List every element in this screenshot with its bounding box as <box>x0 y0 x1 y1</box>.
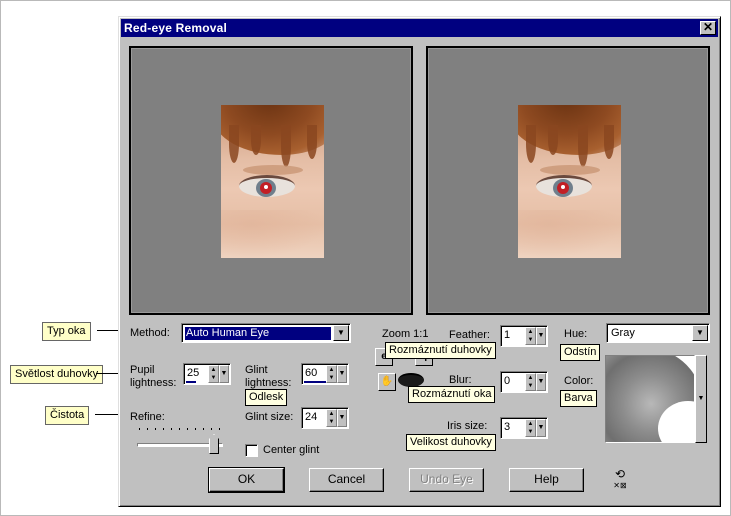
hair-strand <box>281 125 291 167</box>
after-preview-pane[interactable] <box>426 46 710 315</box>
tooltip-color: Barva <box>560 390 597 407</box>
undo-eye-button[interactable]: Undo Eye <box>409 468 484 492</box>
glint-spot <box>561 185 565 189</box>
tooltip-glint-size: Odlesk <box>245 389 288 406</box>
glint-size-spinner[interactable]: 24 ▲ ▼ ▼ <box>301 407 349 429</box>
tooltip-iris-size: Velikost duhovky <box>406 434 496 451</box>
eyebrow-shape <box>540 165 600 175</box>
glint-spot <box>264 185 268 189</box>
spin-dropdown-icon[interactable]: ▼ <box>219 365 229 383</box>
pan-hand-icon[interactable]: ✋ <box>378 373 396 391</box>
zoom-label: Zoom 1:1 <box>382 328 429 340</box>
glint-lightness-label-line1: Glint <box>245 364 268 376</box>
eye-icon[interactable] <box>398 373 424 387</box>
after-eye-photo <box>518 105 621 258</box>
tooltip-blur: Rozmáznutí oka <box>408 386 496 403</box>
callout-method: Typ oka <box>42 322 91 341</box>
before-eye-photo <box>221 105 324 258</box>
hue-dropdown[interactable]: Gray ▼ <box>606 323 710 343</box>
help-button[interactable]: Help <box>509 468 584 492</box>
spin-dropdown-icon[interactable]: ▼ <box>337 409 347 427</box>
title-bar[interactable]: Red-eye Removal ✕ <box>121 19 718 37</box>
hair-strand <box>251 125 261 155</box>
hair-strand <box>526 125 536 163</box>
method-label: Method: <box>130 327 170 339</box>
spin-dropdown-icon[interactable]: ▼ <box>337 365 347 383</box>
spin-arrows-icon[interactable]: ▲ ▼ <box>525 373 536 391</box>
feather-label: Feather: <box>449 329 490 341</box>
center-glint-checkbox[interactable] <box>245 444 258 457</box>
refine-slider-thumb[interactable] <box>209 434 219 454</box>
spin-arrows-icon[interactable]: ▲ ▼ <box>326 365 337 383</box>
spin-dropdown-icon[interactable]: ▼ <box>536 327 546 345</box>
eye-shape <box>536 175 592 197</box>
iris-shape <box>256 179 276 197</box>
refine-label: Refine: <box>130 411 165 423</box>
dialog-title: Red-eye Removal <box>124 21 228 35</box>
pupil-lightness-value: 25 <box>187 367 200 379</box>
glint-lightness-value: 60 <box>305 367 318 379</box>
center-glint-label[interactable]: Center glint <box>263 444 319 457</box>
glint-size-label: Glint size: <box>245 411 294 423</box>
before-preview-pane[interactable] <box>129 46 413 315</box>
method-dropdown[interactable]: Auto Human Eye ▼ <box>181 323 351 343</box>
cheek-shading <box>518 210 621 258</box>
swatch-dropdown-icon[interactable]: ▼ <box>695 355 707 443</box>
spin-arrows-icon[interactable]: ▲ ▼ <box>525 419 536 437</box>
hair-strand <box>578 125 588 167</box>
spin-dropdown-icon[interactable]: ▼ <box>536 373 546 391</box>
eye-shape <box>239 175 295 197</box>
chevron-down-icon[interactable]: ▼ <box>333 325 349 341</box>
spin-arrows-icon[interactable]: ▲ ▼ <box>208 365 219 383</box>
iris-color-swatch[interactable] <box>605 355 695 443</box>
hue-value: Gray <box>611 327 635 339</box>
pupil-lightness-label-line1: Pupil <box>130 364 155 376</box>
tooltip-zoom-area: Rozmáznutí duhovky <box>385 342 496 359</box>
iris-size-value: 3 <box>504 421 511 433</box>
iris-size-label: Iris size: <box>447 420 488 432</box>
ok-button[interactable]: OK <box>208 467 285 493</box>
spin-arrows-icon[interactable]: ▲ ▼ <box>326 409 337 427</box>
hue-label: Hue: <box>564 328 588 340</box>
callout-pupil: Světlost duhovky <box>10 365 104 384</box>
iris-shape <box>553 179 573 197</box>
tooltip-hue: Odstín <box>560 344 601 361</box>
red-pupil <box>557 182 569 194</box>
blur-spinner[interactable]: 0 ▲ ▼ ▼ <box>500 371 548 393</box>
color-label: Color: <box>564 375 594 387</box>
feather-value: 1 <box>504 329 511 341</box>
cheek-shading <box>221 210 324 258</box>
callout-refine: Čistota <box>45 406 90 425</box>
reset-icon[interactable]: ⟲ ✕⊠ <box>609 468 631 491</box>
pupil-lightness-bar <box>186 381 196 383</box>
red-pupil <box>260 182 272 194</box>
blur-value: 0 <box>504 375 511 387</box>
hair-strand <box>604 125 614 159</box>
glint-lightness-spinner[interactable]: 60 ▲ ▼ ▼ <box>301 363 349 385</box>
refine-slider-ticks <box>139 428 221 430</box>
glint-lightness-bar <box>304 381 328 383</box>
close-button[interactable]: ✕ <box>700 21 716 35</box>
chevron-down-icon[interactable]: ▼ <box>692 325 708 341</box>
hair-strand <box>307 125 317 159</box>
eyebrow-shape <box>243 165 303 175</box>
iris-size-spinner[interactable]: 3 ▲ ▼ ▼ <box>500 417 548 439</box>
hair-strand <box>229 125 239 163</box>
spin-arrows-icon[interactable]: ▲ ▼ <box>525 327 536 345</box>
cancel-button[interactable]: Cancel <box>309 468 384 492</box>
feather-spinner[interactable]: 1 ▲ ▼ ▼ <box>500 325 548 347</box>
hair-strand <box>548 125 558 155</box>
method-value: Auto Human Eye <box>185 327 331 340</box>
glint-size-value: 24 <box>305 411 318 423</box>
spin-dropdown-icon[interactable]: ▼ <box>536 419 546 437</box>
pupil-lightness-label-line2: lightness: <box>130 377 177 389</box>
close-icon: ✕ <box>702 20 714 34</box>
red-eye-removal-dialog: Red-eye Removal ✕ Method: Auto Human Eye… <box>118 16 721 507</box>
pupil-lightness-spinner[interactable]: 25 ▲ ▼ ▼ <box>183 363 231 385</box>
